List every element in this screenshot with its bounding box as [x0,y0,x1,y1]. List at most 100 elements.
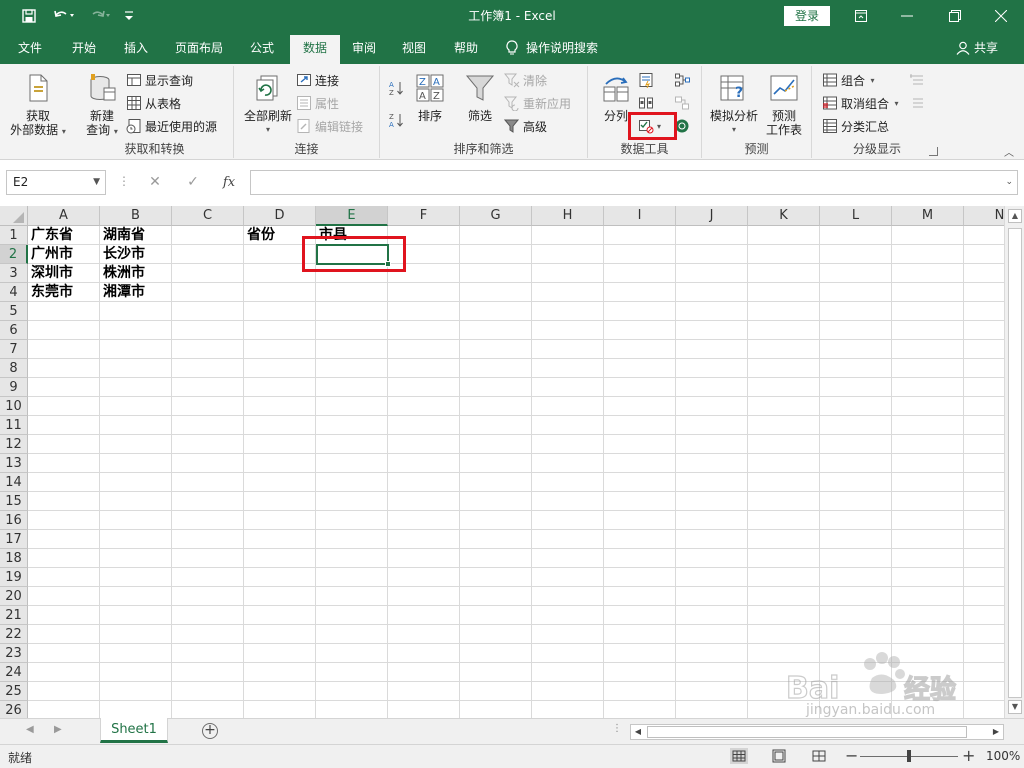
cell-j3[interactable] [676,264,748,283]
cell-g21[interactable] [460,606,532,625]
cell-a7[interactable] [28,340,100,359]
cell-j15[interactable] [676,492,748,511]
row-header-11[interactable]: 11 [0,416,28,435]
cell-h2[interactable] [532,245,604,264]
cell-n13[interactable] [964,454,1004,473]
row-header-2[interactable]: 2 [0,245,28,264]
cell-i4[interactable] [604,283,676,302]
column-header-n[interactable]: N [964,206,1004,226]
tab-help[interactable]: 帮助 [444,32,488,64]
cell-d21[interactable] [244,606,316,625]
cell-k14[interactable] [748,473,820,492]
cell-m10[interactable] [892,397,964,416]
tab-insert[interactable]: 插入 [114,32,158,64]
cell-i9[interactable] [604,378,676,397]
cell-e24[interactable] [316,663,388,682]
cell-b20[interactable] [100,587,172,606]
remove-duplicates-button[interactable] [638,93,654,113]
cell-e23[interactable] [316,644,388,663]
cell-e19[interactable] [316,568,388,587]
cell-j9[interactable] [676,378,748,397]
cell-l8[interactable] [820,359,892,378]
cell-l15[interactable] [820,492,892,511]
cell-j10[interactable] [676,397,748,416]
cell-g10[interactable] [460,397,532,416]
cell-i19[interactable] [604,568,676,587]
cell-c9[interactable] [172,378,244,397]
horizontal-scroll-thumb[interactable] [647,726,967,738]
cell-h5[interactable] [532,302,604,321]
cell-e18[interactable] [316,549,388,568]
cell-c3[interactable] [172,264,244,283]
cell-j23[interactable] [676,644,748,663]
cell-g1[interactable] [460,226,532,245]
cell-j17[interactable] [676,530,748,549]
cell-g24[interactable] [460,663,532,682]
cell-f11[interactable] [388,416,460,435]
properties-button[interactable]: 属性 [296,93,339,113]
cell-m9[interactable] [892,378,964,397]
tab-view[interactable]: 视图 [392,32,436,64]
cell-a4[interactable]: 东莞市 [28,283,100,302]
cell-i21[interactable] [604,606,676,625]
cell-n6[interactable] [964,321,1004,340]
row-header-14[interactable]: 14 [0,473,28,492]
cell-b7[interactable] [100,340,172,359]
cell-g13[interactable] [460,454,532,473]
cell-e12[interactable] [316,435,388,454]
cell-e22[interactable] [316,625,388,644]
cell-f8[interactable] [388,359,460,378]
cell-d18[interactable] [244,549,316,568]
cell-i2[interactable] [604,245,676,264]
cell-e20[interactable] [316,587,388,606]
cell-n15[interactable] [964,492,1004,511]
cell-g4[interactable] [460,283,532,302]
cell-e21[interactable] [316,606,388,625]
cell-f20[interactable] [388,587,460,606]
cell-e14[interactable] [316,473,388,492]
column-header-h[interactable]: H [532,206,604,226]
cell-h21[interactable] [532,606,604,625]
cell-f21[interactable] [388,606,460,625]
cell-d16[interactable] [244,511,316,530]
cell-i16[interactable] [604,511,676,530]
cell-h22[interactable] [532,625,604,644]
cell-a20[interactable] [28,587,100,606]
reapply-button[interactable]: 重新应用 [504,93,571,113]
column-header-f[interactable]: F [388,206,460,226]
cell-g7[interactable] [460,340,532,359]
cell-l9[interactable] [820,378,892,397]
cell-k22[interactable] [748,625,820,644]
cell-d19[interactable] [244,568,316,587]
row-header-9[interactable]: 9 [0,378,28,397]
select-all-corner[interactable] [0,206,28,226]
tab-data[interactable]: 数据 [290,35,340,64]
column-header-d[interactable]: D [244,206,316,226]
cell-k9[interactable] [748,378,820,397]
cell-d14[interactable] [244,473,316,492]
cell-m8[interactable] [892,359,964,378]
cell-e13[interactable] [316,454,388,473]
cell-b18[interactable] [100,549,172,568]
cell-b16[interactable] [100,511,172,530]
cell-l2[interactable] [820,245,892,264]
cell-m18[interactable] [892,549,964,568]
cell-g19[interactable] [460,568,532,587]
cell-i23[interactable] [604,644,676,663]
cell-n9[interactable] [964,378,1004,397]
cell-f14[interactable] [388,473,460,492]
cell-c23[interactable] [172,644,244,663]
cell-j5[interactable] [676,302,748,321]
row-header-6[interactable]: 6 [0,321,28,340]
cell-l17[interactable] [820,530,892,549]
cell-j25[interactable] [676,682,748,701]
from-table-button[interactable]: 从表格 [126,93,181,113]
tab-review[interactable]: 审阅 [342,32,386,64]
cell-h8[interactable] [532,359,604,378]
cell-h9[interactable] [532,378,604,397]
cell-n14[interactable] [964,473,1004,492]
cell-f24[interactable] [388,663,460,682]
cell-l1[interactable] [820,226,892,245]
cell-l18[interactable] [820,549,892,568]
cell-h15[interactable] [532,492,604,511]
